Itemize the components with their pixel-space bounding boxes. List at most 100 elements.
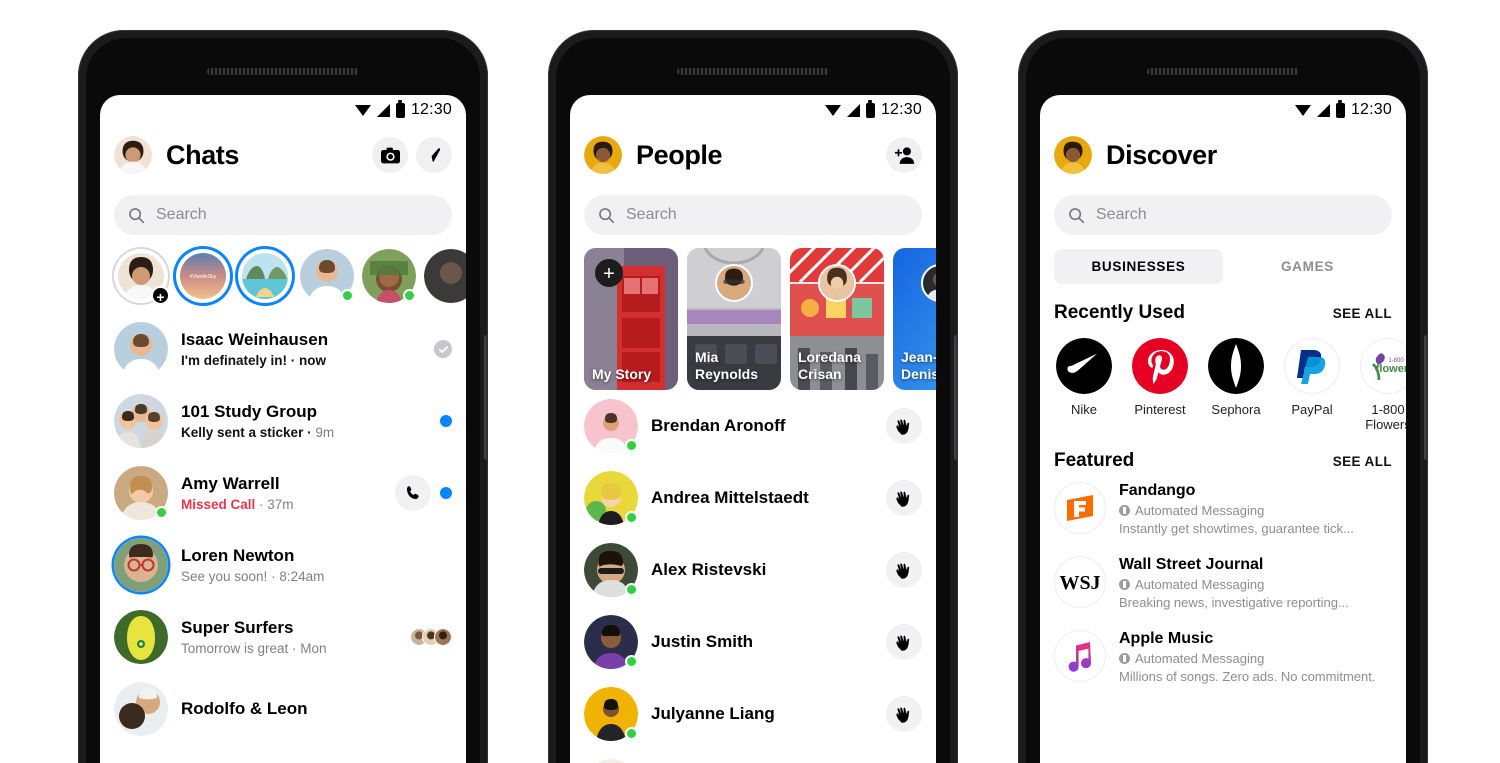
- nike-logo: [1056, 338, 1112, 394]
- row-text: Alex Ristevski: [651, 560, 873, 580]
- list-item[interactable]: PayPal: [1284, 338, 1340, 432]
- recently-used-list[interactable]: Nike Pinterest Sephora PayPal 1-800 flow…: [1040, 324, 1406, 432]
- add-story-badge[interactable]: +: [151, 286, 170, 305]
- story-item[interactable]: [238, 249, 292, 303]
- table-row[interactable]: Super Surfers Tomorrow is great · Mon: [100, 601, 466, 673]
- compose-button[interactable]: [416, 137, 452, 173]
- row-accessory: [410, 628, 452, 646]
- tab-games[interactable]: GAMES: [1223, 249, 1392, 284]
- wave-button[interactable]: [886, 552, 922, 588]
- apple-music-logo: [1054, 630, 1106, 682]
- list-item[interactable]: Fandango Automated Messaging Instantly g…: [1040, 472, 1406, 546]
- search-input[interactable]: Search: [1054, 195, 1392, 235]
- list-item[interactable]: 1-800flowers 1-800 Flowers: [1360, 338, 1406, 432]
- avatar[interactable]: [584, 136, 622, 174]
- row-text: Super Surfers Tomorrow is great · Mon: [181, 618, 397, 656]
- power-button[interactable]: [484, 335, 488, 460]
- list-item[interactable]: Nike: [1056, 338, 1112, 432]
- search-input[interactable]: Search: [584, 195, 922, 235]
- battery-icon: [1335, 99, 1345, 118]
- story-card[interactable]: Mia Reynolds: [687, 248, 781, 390]
- list-item[interactable]: Alex Ristevski: [570, 534, 936, 606]
- chat-list: Isaac Weinhausen I'm definately in! · no…: [100, 313, 466, 745]
- row-accessory: [440, 415, 452, 427]
- power-button[interactable]: [1424, 335, 1428, 460]
- see-all-link[interactable]: SEE ALL: [1333, 454, 1392, 469]
- list-item[interactable]: Brendan Aronoff: [570, 390, 936, 462]
- contact-name: Andrea Mittelstaedt: [651, 488, 809, 507]
- earpiece-speaker: [1147, 68, 1299, 75]
- add-person-button[interactable]: [886, 137, 922, 173]
- search-placeholder: Search: [626, 206, 677, 223]
- avatar[interactable]: [114, 136, 152, 174]
- list-item[interactable]: Band Club Christian and Brendan are acti…: [570, 750, 936, 763]
- table-row[interactable]: Amy Warrell Missed Call · 37m: [100, 457, 466, 529]
- status-bar: 12:30: [100, 95, 466, 125]
- camera-button[interactable]: [372, 137, 408, 173]
- wave-button[interactable]: [886, 480, 922, 516]
- story-card-label: Jean-M Denis: [901, 349, 936, 382]
- contact-name: Julyanne Liang: [651, 704, 775, 723]
- list-item[interactable]: WSJ Wall Street Journal Automated Messag…: [1040, 546, 1406, 620]
- avatar[interactable]: [1054, 136, 1092, 174]
- list-item[interactable]: Apple Music Automated Messaging Millions…: [1040, 620, 1406, 694]
- screenshot-stage: 12:30 Chats Search + #VanilleSky Isaac W…: [0, 0, 1500, 763]
- contact-name: Alex Ristevski: [651, 560, 767, 579]
- search-input[interactable]: Search: [114, 195, 452, 235]
- chat-preview: Kelly sent a sticker · 9m: [181, 425, 335, 440]
- story-item[interactable]: [424, 249, 466, 303]
- battery-icon: [395, 99, 405, 118]
- wave-button[interactable]: [886, 624, 922, 660]
- story-item[interactable]: [300, 249, 354, 303]
- search-icon: [129, 207, 145, 223]
- row-text: Isaac Weinhausen I'm definately in! · no…: [181, 330, 421, 368]
- cellular-icon: [1316, 103, 1330, 117]
- story-card[interactable]: Loredana Crisan: [790, 248, 884, 390]
- row-accessory: [434, 340, 452, 358]
- list-item[interactable]: Andrea Mittelstaedt: [570, 462, 936, 534]
- status-bar: 12:30: [1040, 95, 1406, 125]
- table-row[interactable]: Loren Newton See you soon! · 8:24am: [100, 529, 466, 601]
- online-badge: [403, 289, 416, 302]
- table-row[interactable]: Isaac Weinhausen I'm definately in! · no…: [100, 313, 466, 385]
- story-item[interactable]: [362, 249, 416, 303]
- row-text: Andrea Mittelstaedt: [651, 488, 873, 508]
- list-item[interactable]: Pinterest: [1132, 338, 1188, 432]
- avatar: [584, 687, 638, 741]
- phone-device-discover: 12:30 Discover Search BUSINESSES GAMES R…: [1018, 30, 1428, 763]
- avatar: [114, 682, 168, 736]
- story-my-story[interactable]: +: [114, 249, 170, 305]
- wave-icon: [896, 563, 910, 579]
- brand-name: PayPal: [1291, 402, 1333, 417]
- avatar: [584, 615, 638, 669]
- automated-icon: [1119, 579, 1130, 590]
- app-description: Instantly get showtimes, guarantee tick.…: [1119, 521, 1354, 536]
- story-card-label: Mia Reynolds: [695, 349, 759, 382]
- online-badge: [625, 727, 638, 740]
- power-button[interactable]: [954, 335, 958, 460]
- story-card-my-story[interactable]: + My Story: [584, 248, 678, 390]
- tab-businesses[interactable]: BUSINESSES: [1054, 249, 1223, 284]
- online-badge: [625, 655, 638, 668]
- table-row[interactable]: 101 Study Group Kelly sent a sticker · 9…: [100, 385, 466, 457]
- wave-button[interactable]: [886, 408, 922, 444]
- avatar: [114, 394, 168, 448]
- see-all-link[interactable]: SEE ALL: [1333, 306, 1392, 321]
- wave-button[interactable]: [886, 696, 922, 732]
- list-item[interactable]: Julyanne Liang: [570, 678, 936, 750]
- section-title: Recently Used: [1054, 302, 1185, 323]
- app-name: Fandango: [1119, 482, 1196, 499]
- story-card[interactable]: Jean-M Denis: [893, 248, 936, 390]
- story-item[interactable]: #VanilleSky: [176, 249, 230, 303]
- list-item[interactable]: Sephora: [1208, 338, 1264, 432]
- app-name: Apple Music: [1119, 630, 1214, 647]
- person-plus-icon: [894, 147, 914, 164]
- call-button[interactable]: [395, 475, 431, 511]
- camera-icon: [380, 147, 400, 163]
- stories-row[interactable]: + #VanilleSky: [100, 235, 466, 313]
- earpiece-speaker: [207, 68, 359, 75]
- table-row[interactable]: Rodolfo & Leon: [100, 673, 466, 745]
- story-cards-row[interactable]: + My Story Mia Reynolds Loredana Crisan …: [570, 235, 936, 390]
- list-item[interactable]: Justin Smith: [570, 606, 936, 678]
- add-story-badge[interactable]: +: [595, 259, 623, 287]
